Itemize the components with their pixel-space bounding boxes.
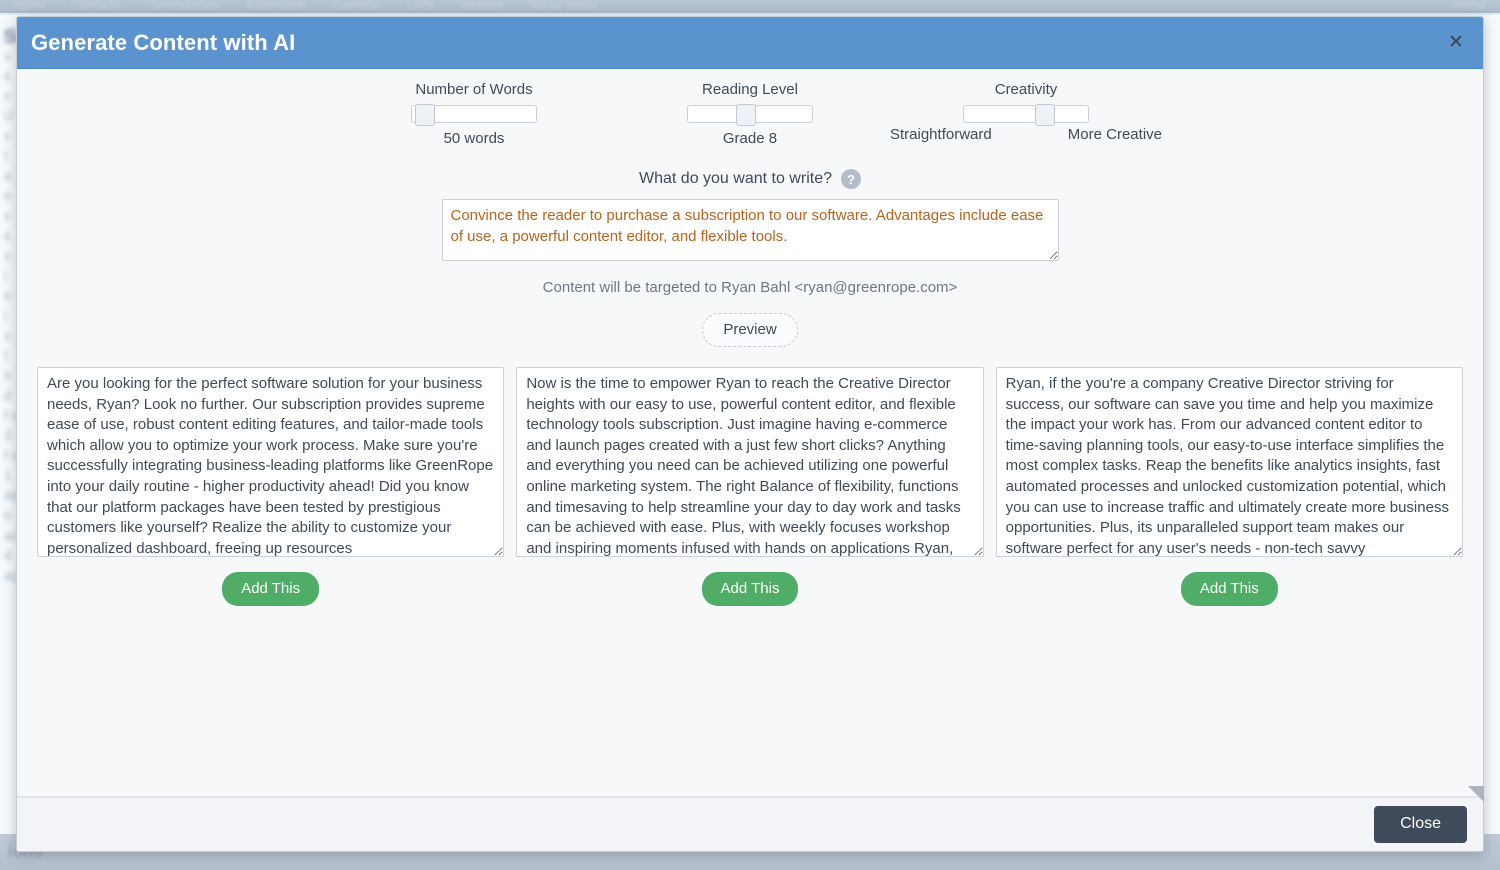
slider-thumb-reading-level[interactable]: [735, 104, 756, 126]
slider-number-of-words[interactable]: [411, 104, 537, 126]
slider-value-reading-level: Grade 8: [722, 130, 778, 147]
background-nav-item: Communicate: [145, 0, 220, 12]
prompt-question-label: What do you want to write?: [639, 170, 832, 187]
slider-controls-row: Number of Words 50 words Reading Level G…: [17, 69, 1483, 147]
close-button[interactable]: Close: [1374, 806, 1467, 843]
modal-title: Generate Content with AI: [31, 29, 296, 55]
slider-group-reading-level: Reading Level Grade 8: [612, 81, 888, 147]
slider-value-number-of-words: 50 words: [443, 130, 505, 147]
preview-button[interactable]: Preview: [702, 313, 798, 347]
modal-header: Generate Content with AI ✕: [17, 17, 1483, 69]
slider-thumb-creativity[interactable]: [1035, 104, 1056, 126]
results-row: Add This Add This Add This: [17, 367, 1483, 606]
result-text-3[interactable]: [995, 367, 1463, 557]
background-top-navbar-profile: Profile: [1451, 0, 1486, 12]
slider-endlabels-creativity: Straightforward More Creative: [888, 126, 1164, 143]
slider-creativity[interactable]: [963, 104, 1089, 126]
modal-body: Number of Words 50 words Reading Level G…: [17, 69, 1483, 797]
background-nav-item: Home: [14, 0, 47, 12]
result-column-3: Add This: [995, 367, 1463, 606]
target-contact-note: Content will be targeted to Ryan Bahl <r…: [542, 279, 958, 296]
background-nav-item: Calendar: [332, 0, 381, 12]
background-nav-item: Social Media: [529, 0, 598, 12]
slider-label-number-of-words: Number of Words: [415, 81, 533, 98]
prompt-label-row: What do you want to write? ?: [639, 169, 861, 189]
background-top-navbar-items: Home Contacts Communicate Automation Calenda…: [14, 0, 1490, 12]
background-nav-item: Contacts: [72, 0, 120, 12]
help-icon[interactable]: ?: [840, 169, 861, 189]
add-this-button-3[interactable]: Add This: [1180, 572, 1278, 606]
result-column-2: Add This: [516, 367, 984, 606]
modal-footer: Close: [17, 786, 1484, 851]
slider-label-reading-level: Reading Level: [702, 81, 798, 98]
result-text-2[interactable]: [516, 367, 984, 557]
result-column-1: Add This: [37, 367, 505, 606]
slider-reading-level[interactable]: [687, 104, 813, 126]
background-nav-item: Automation: [245, 0, 307, 12]
prompt-section: What do you want to write? ? Content wil…: [17, 169, 1483, 347]
slider-endlabel-straightforward: Straightforward: [890, 126, 992, 143]
close-icon[interactable]: ✕: [1443, 29, 1469, 55]
add-this-button-2[interactable]: Add This: [701, 572, 799, 606]
generate-content-modal: Generate Content with AI ✕ Number of Wor…: [16, 16, 1484, 852]
add-this-button-1[interactable]: Add This: [222, 572, 320, 606]
slider-endlabel-more-creative: More Creative: [1067, 126, 1162, 143]
slider-group-number-of-words: Number of Words 50 words: [336, 81, 612, 147]
background-nav-item: Website: [460, 0, 504, 12]
background-nav-item: CRM: [406, 0, 435, 12]
result-text-1[interactable]: [37, 367, 505, 557]
slider-group-creativity: Creativity Straightforward More Creative: [888, 81, 1164, 147]
slider-label-creativity: Creativity: [994, 81, 1058, 98]
prompt-input[interactable]: [441, 199, 1059, 261]
slider-thumb-number-of-words[interactable]: [415, 104, 436, 126]
resize-handle-icon[interactable]: [1468, 786, 1484, 802]
